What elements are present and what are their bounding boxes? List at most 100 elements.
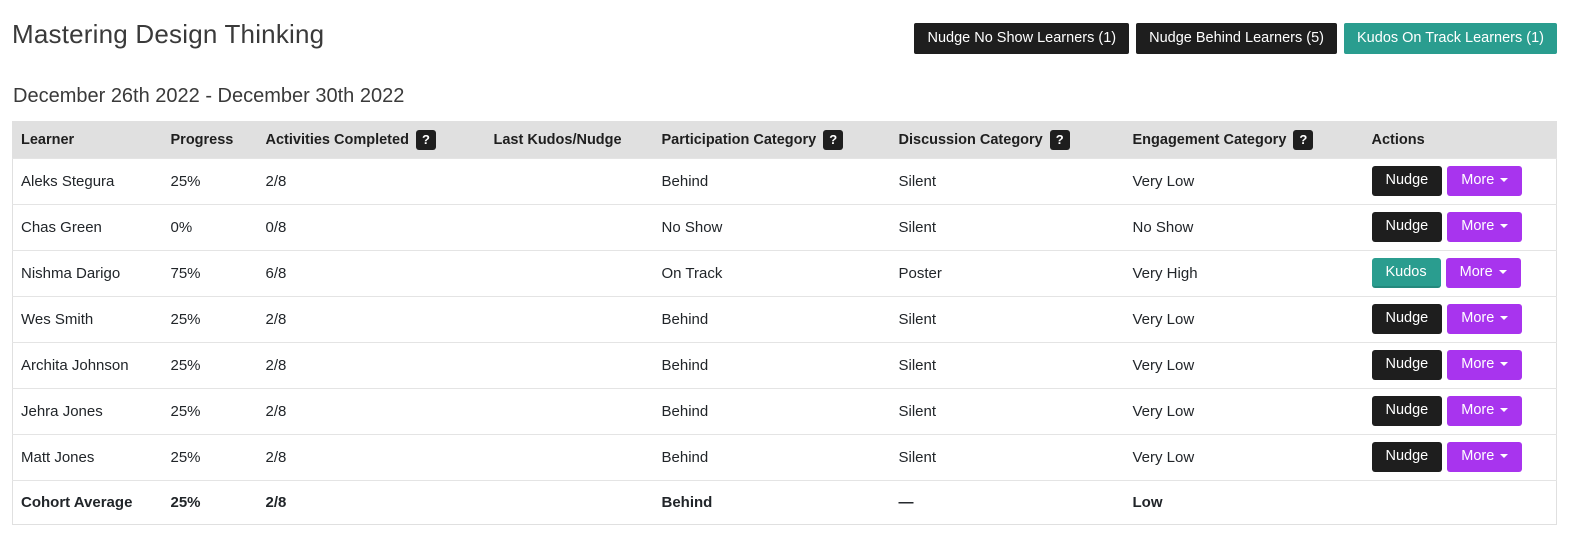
activities-average: 2/8	[258, 480, 486, 524]
nudge-button[interactable]: Nudge	[1372, 166, 1443, 196]
more-label: More	[1461, 218, 1494, 234]
progress-value: 25%	[163, 434, 258, 480]
last-kudos-nudge-value	[486, 434, 654, 480]
nudge-button[interactable]: Nudge	[1372, 396, 1443, 426]
participation-value: Behind	[654, 296, 891, 342]
column-header-discussion-category: Discussion Category?	[891, 121, 1125, 158]
activities-value: 2/8	[258, 388, 486, 434]
more-button[interactable]: More	[1447, 304, 1522, 334]
last-kudos-nudge-value	[486, 342, 654, 388]
kudos-on-track-learners-button[interactable]: Kudos On Track Learners (1)	[1344, 23, 1557, 54]
activities-value: 2/8	[258, 342, 486, 388]
last-kudos-nudge-value	[486, 158, 654, 204]
participation-value: Behind	[654, 434, 891, 480]
progress-value: 25%	[163, 342, 258, 388]
table-row: Jehra Jones 25% 2/8 Behind Silent Very L…	[13, 388, 1557, 434]
column-label: Engagement Category	[1133, 131, 1287, 147]
actions-cell: Nudge More	[1364, 158, 1557, 204]
table-row: Matt Jones 25% 2/8 Behind Silent Very Lo…	[13, 434, 1557, 480]
engagement-value: Very Low	[1125, 296, 1364, 342]
more-label: More	[1461, 310, 1494, 326]
discussion-value: Silent	[891, 204, 1125, 250]
actions-cell: Nudge More	[1364, 342, 1557, 388]
activities-value: 2/8	[258, 434, 486, 480]
engagement-value: Very Low	[1125, 158, 1364, 204]
more-label: More	[1461, 356, 1494, 372]
learner-name: Nishma Darigo	[13, 250, 163, 296]
engagement-value: Very Low	[1125, 388, 1364, 434]
activities-value: 2/8	[258, 158, 486, 204]
progress-value: 75%	[163, 250, 258, 296]
date-range: December 26th 2022 - December 30th 2022	[13, 85, 1557, 108]
discussion-average: —	[891, 480, 1125, 524]
nudge-button[interactable]: Nudge	[1372, 350, 1443, 380]
nudge-button[interactable]: Nudge	[1372, 442, 1443, 472]
activities-value: 0/8	[258, 204, 486, 250]
more-button[interactable]: More	[1447, 212, 1522, 242]
help-icon[interactable]: ?	[1050, 130, 1070, 150]
discussion-value: Silent	[891, 342, 1125, 388]
column-header-progress: Progress	[163, 121, 258, 158]
table-row: Wes Smith 25% 2/8 Behind Silent Very Low…	[13, 296, 1557, 342]
participation-value: Behind	[654, 158, 891, 204]
table-row: Chas Green 0% 0/8 No Show Silent No Show…	[13, 204, 1557, 250]
actions-cell: Kudos More	[1364, 250, 1557, 296]
column-header-last-kudos-nudge: Last Kudos/Nudge	[486, 121, 654, 158]
learner-name: Matt Jones	[13, 434, 163, 480]
participation-value: No Show	[654, 204, 891, 250]
cohort-average-row: Cohort Average 25% 2/8 Behind — Low	[13, 480, 1557, 524]
column-header-activities-completed: Activities Completed?	[258, 121, 486, 158]
caret-down-icon	[1500, 408, 1508, 412]
more-button[interactable]: More	[1447, 166, 1522, 196]
page-title: Mastering Design Thinking	[12, 20, 324, 50]
caret-down-icon	[1500, 454, 1508, 458]
progress-value: 25%	[163, 388, 258, 434]
engagement-average: Low	[1125, 480, 1364, 524]
last-kudos-nudge-value	[486, 250, 654, 296]
table-row: Archita Johnson 25% 2/8 Behind Silent Ve…	[13, 342, 1557, 388]
kudos-button[interactable]: Kudos	[1372, 258, 1441, 288]
help-icon[interactable]: ?	[416, 130, 436, 150]
progress-value: 25%	[163, 158, 258, 204]
nudge-behind-learners-button[interactable]: Nudge Behind Learners (5)	[1136, 23, 1337, 54]
last-kudos-nudge-value	[486, 296, 654, 342]
column-header-actions: Actions	[1364, 121, 1557, 158]
participation-average: Behind	[654, 480, 891, 524]
discussion-value: Silent	[891, 434, 1125, 480]
more-label: More	[1461, 172, 1494, 188]
column-label: Learner	[21, 132, 74, 148]
nudge-button[interactable]: Nudge	[1372, 304, 1443, 334]
more-button[interactable]: More	[1447, 350, 1522, 380]
actions-cell: Nudge More	[1364, 204, 1557, 250]
nudge-no-show-learners-button[interactable]: Nudge No Show Learners (1)	[914, 23, 1129, 54]
learner-name: Aleks Stegura	[13, 158, 163, 204]
discussion-value: Silent	[891, 296, 1125, 342]
caret-down-icon	[1499, 270, 1507, 274]
last-kudos-nudge-average	[486, 480, 654, 524]
more-button[interactable]: More	[1447, 396, 1522, 426]
page-header: Mastering Design Thinking Nudge No Show …	[12, 20, 1557, 54]
participation-value: Behind	[654, 388, 891, 434]
more-label: More	[1460, 264, 1493, 280]
last-kudos-nudge-value	[486, 204, 654, 250]
column-label: Progress	[171, 132, 234, 148]
more-button[interactable]: More	[1446, 258, 1521, 288]
participation-value: Behind	[654, 342, 891, 388]
actions-cell: Nudge More	[1364, 296, 1557, 342]
column-label: Participation Category	[662, 131, 817, 147]
progress-average: 25%	[163, 480, 258, 524]
more-button[interactable]: More	[1447, 442, 1522, 472]
activities-value: 2/8	[258, 296, 486, 342]
table-row: Nishma Darigo 75% 6/8 On Track Poster Ve…	[13, 250, 1557, 296]
help-icon[interactable]: ?	[823, 130, 843, 150]
discussion-value: Poster	[891, 250, 1125, 296]
header-row: Learner Progress Activities Completed? L…	[13, 121, 1557, 158]
learner-name: Archita Johnson	[13, 342, 163, 388]
table-footer: Cohort Average 25% 2/8 Behind — Low	[13, 480, 1557, 524]
more-label: More	[1461, 402, 1494, 418]
nudge-button[interactable]: Nudge	[1372, 212, 1443, 242]
actions-cell: Nudge More	[1364, 388, 1557, 434]
help-icon[interactable]: ?	[1293, 130, 1313, 150]
caret-down-icon	[1500, 224, 1508, 228]
cohort-average-label: Cohort Average	[13, 480, 163, 524]
